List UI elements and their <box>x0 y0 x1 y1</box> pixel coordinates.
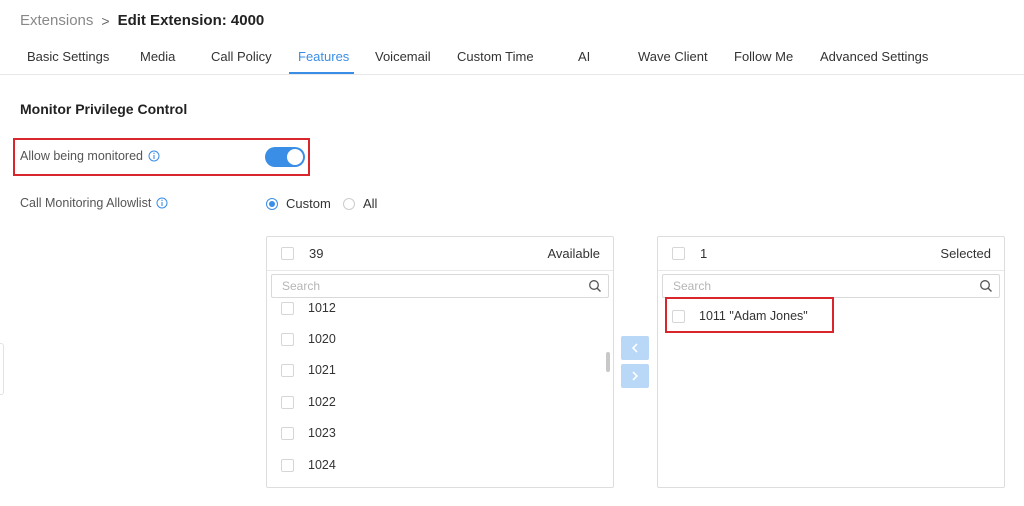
breadcrumb-extensions-link[interactable]: Extensions <box>20 12 93 29</box>
toggle-knob <box>287 149 303 165</box>
selected-title: Selected <box>940 246 991 261</box>
active-tab-indicator <box>289 72 354 74</box>
available-panel: 39 Available 1012 1020 1021 1022 1023 <box>266 236 614 488</box>
tab-ai[interactable]: AI <box>578 49 590 64</box>
move-left-button[interactable] <box>621 336 649 360</box>
tab-advanced-settings[interactable]: Advanced Settings <box>820 49 928 64</box>
move-right-button[interactable] <box>621 364 649 388</box>
available-select-all-checkbox[interactable] <box>281 247 294 260</box>
radio-custom-label: Custom <box>286 196 331 211</box>
allow-monitored-row: Allow being monitored <box>20 149 160 163</box>
chevron-left-icon <box>631 343 638 353</box>
tab-media[interactable]: Media <box>140 49 175 64</box>
tab-call-policy[interactable]: Call Policy <box>211 49 272 64</box>
selected-select-all-checkbox[interactable] <box>672 247 685 260</box>
section-title: Monitor Privilege Control <box>20 101 188 117</box>
item-label: 1022 <box>308 395 336 409</box>
selected-search-box <box>662 274 1000 298</box>
search-icon[interactable] <box>588 279 602 293</box>
available-title: Available <box>547 246 600 261</box>
item-checkbox[interactable] <box>281 301 294 315</box>
available-search-input[interactable] <box>272 275 608 297</box>
highlight-box-selected-item <box>665 297 834 333</box>
list-item[interactable]: 1023 <box>281 426 336 440</box>
list-item[interactable]: 1020 <box>281 332 336 346</box>
selected-panel-header: 1 Selected <box>658 237 1004 271</box>
item-checkbox[interactable] <box>281 426 294 440</box>
tab-basic-settings[interactable]: Basic Settings <box>27 49 109 64</box>
available-scrollbar[interactable] <box>606 352 610 372</box>
list-item[interactable]: 1021 <box>281 363 336 377</box>
radio-custom[interactable]: Custom <box>266 196 331 211</box>
list-item[interactable]: 1024 <box>281 458 336 472</box>
allowlist-label: Call Monitoring Allowlist <box>20 196 152 210</box>
radio-all-label: All <box>363 196 378 211</box>
side-drawer-handle[interactable] <box>0 343 4 395</box>
item-label: 1023 <box>308 426 336 440</box>
available-panel-header: 39 Available <box>267 237 613 271</box>
item-label: 1024 <box>308 458 336 472</box>
info-icon[interactable] <box>156 197 168 209</box>
tab-features[interactable]: Features <box>298 49 349 64</box>
selected-count: 1 <box>700 246 708 261</box>
info-icon[interactable] <box>148 150 160 162</box>
list-item[interactable]: 1022 <box>281 395 336 409</box>
item-checkbox[interactable] <box>281 363 294 377</box>
item-checkbox[interactable] <box>281 458 294 472</box>
list-item[interactable]: 1012 <box>281 301 336 315</box>
selected-panel: 1 Selected 1011 "Adam Jones" <box>657 236 1005 488</box>
radio-all[interactable]: All <box>343 196 377 211</box>
allowlist-row: Call Monitoring Allowlist <box>20 196 168 210</box>
search-icon[interactable] <box>979 279 993 293</box>
tab-custom-time[interactable]: Custom Time <box>457 49 534 64</box>
page-title: Edit Extension: 4000 <box>117 12 265 29</box>
item-checkbox[interactable] <box>281 332 294 346</box>
tab-voicemail[interactable]: Voicemail <box>375 49 431 64</box>
tab-wave-client[interactable]: Wave Client <box>638 49 708 64</box>
tab-follow-me[interactable]: Follow Me <box>734 49 793 64</box>
available-count: 39 <box>309 246 324 261</box>
breadcrumb-separator: > <box>101 12 110 29</box>
radio-all-circle[interactable] <box>343 197 355 210</box>
item-checkbox[interactable] <box>281 395 294 409</box>
breadcrumb: Extensions > Edit Extension: 4000 <box>20 12 264 29</box>
tab-bar: Basic Settings Media Call Policy Feature… <box>0 40 1024 75</box>
allow-monitored-toggle[interactable] <box>265 147 305 167</box>
item-label: 1012 <box>308 301 336 315</box>
item-label: 1021 <box>308 363 336 377</box>
radio-custom-circle[interactable] <box>266 197 278 210</box>
selected-search-input[interactable] <box>663 275 999 297</box>
available-search-box <box>271 274 609 298</box>
item-label: 1020 <box>308 332 336 346</box>
chevron-right-icon <box>632 371 639 381</box>
allow-monitored-label: Allow being monitored <box>20 149 143 163</box>
